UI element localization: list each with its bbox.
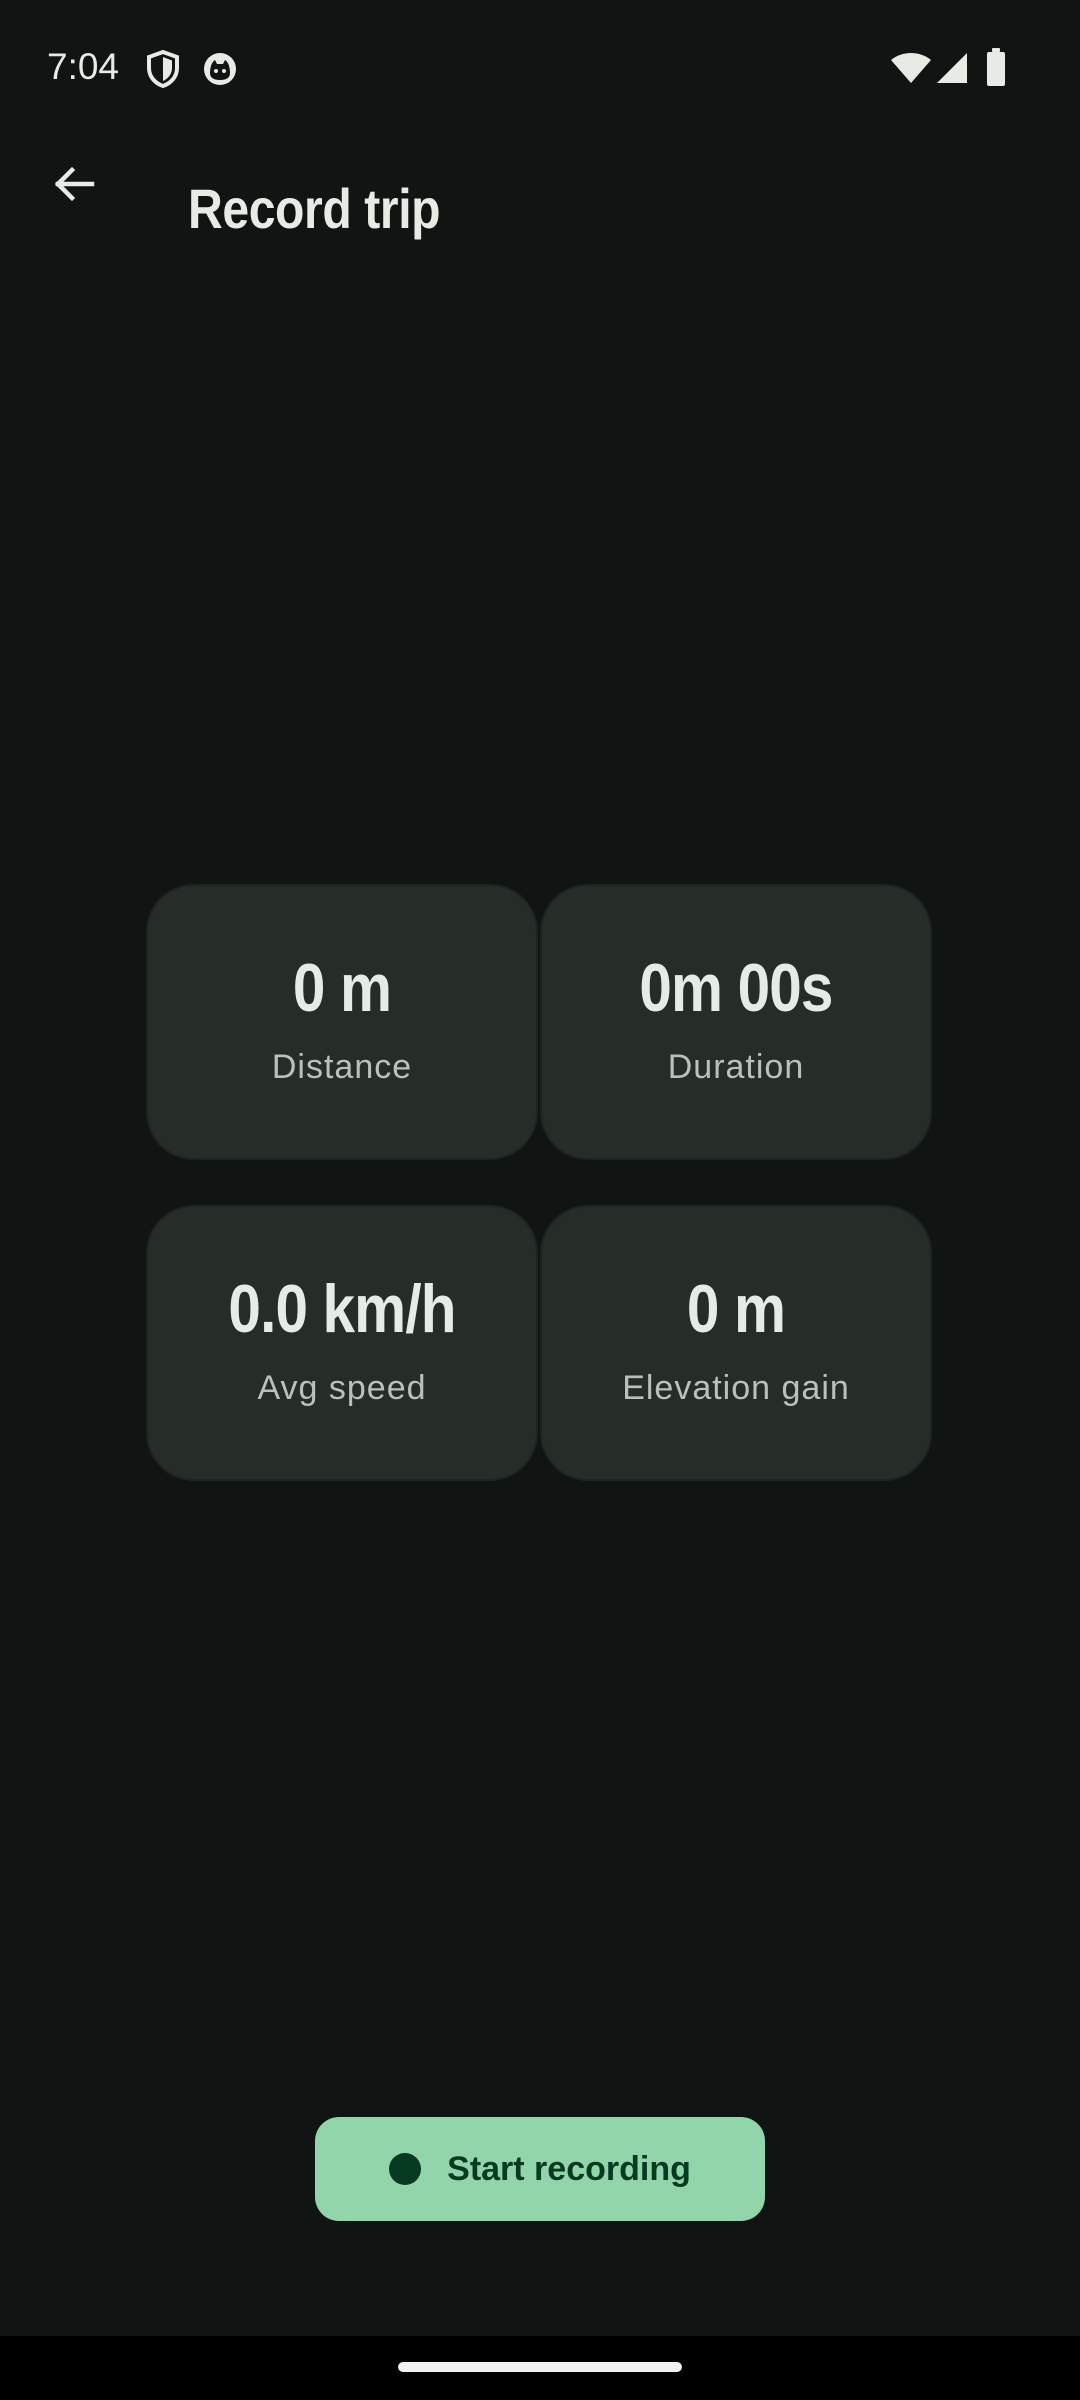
- home-indicator[interactable]: [398, 2362, 682, 2372]
- vpn-shield-icon: [147, 50, 179, 88]
- cat-face-icon: [204, 53, 236, 85]
- arrow-back-icon: [54, 166, 95, 202]
- wifi-icon: [891, 53, 931, 83]
- elevation-gain-label: Elevation gain: [622, 1369, 850, 1407]
- page-title: Record trip: [188, 177, 441, 240]
- record-dot-icon: [389, 2153, 422, 2185]
- start-recording-button[interactable]: Start recording: [315, 2117, 765, 2221]
- back-button[interactable]: [38, 148, 110, 220]
- status-time: 7:04: [47, 46, 120, 87]
- avg-speed-label: Avg speed: [257, 1369, 427, 1407]
- duration-value: 0m 00s: [639, 950, 833, 1026]
- duration-label: Duration: [667, 1048, 805, 1086]
- avg-speed-card: 0.0 km/h Avg speed: [146, 1205, 538, 1481]
- distance-label: Distance: [271, 1048, 413, 1086]
- start-recording-label: Start recording: [447, 2149, 691, 2188]
- duration-card: 0m 00s Duration: [540, 884, 932, 1160]
- avg-speed-value: 0.0 km/h: [228, 1271, 456, 1347]
- elevation-gain-value: 0 m: [686, 1271, 786, 1347]
- elevation-gain-card: 0 m Elevation gain: [540, 1205, 932, 1481]
- status-bar: 7:04: [0, 0, 1080, 140]
- battery-icon: [987, 48, 1005, 86]
- distance-value: 0 m: [292, 950, 392, 1026]
- distance-card: 0 m Distance: [146, 884, 538, 1160]
- cellular-signal-icon: [937, 53, 967, 83]
